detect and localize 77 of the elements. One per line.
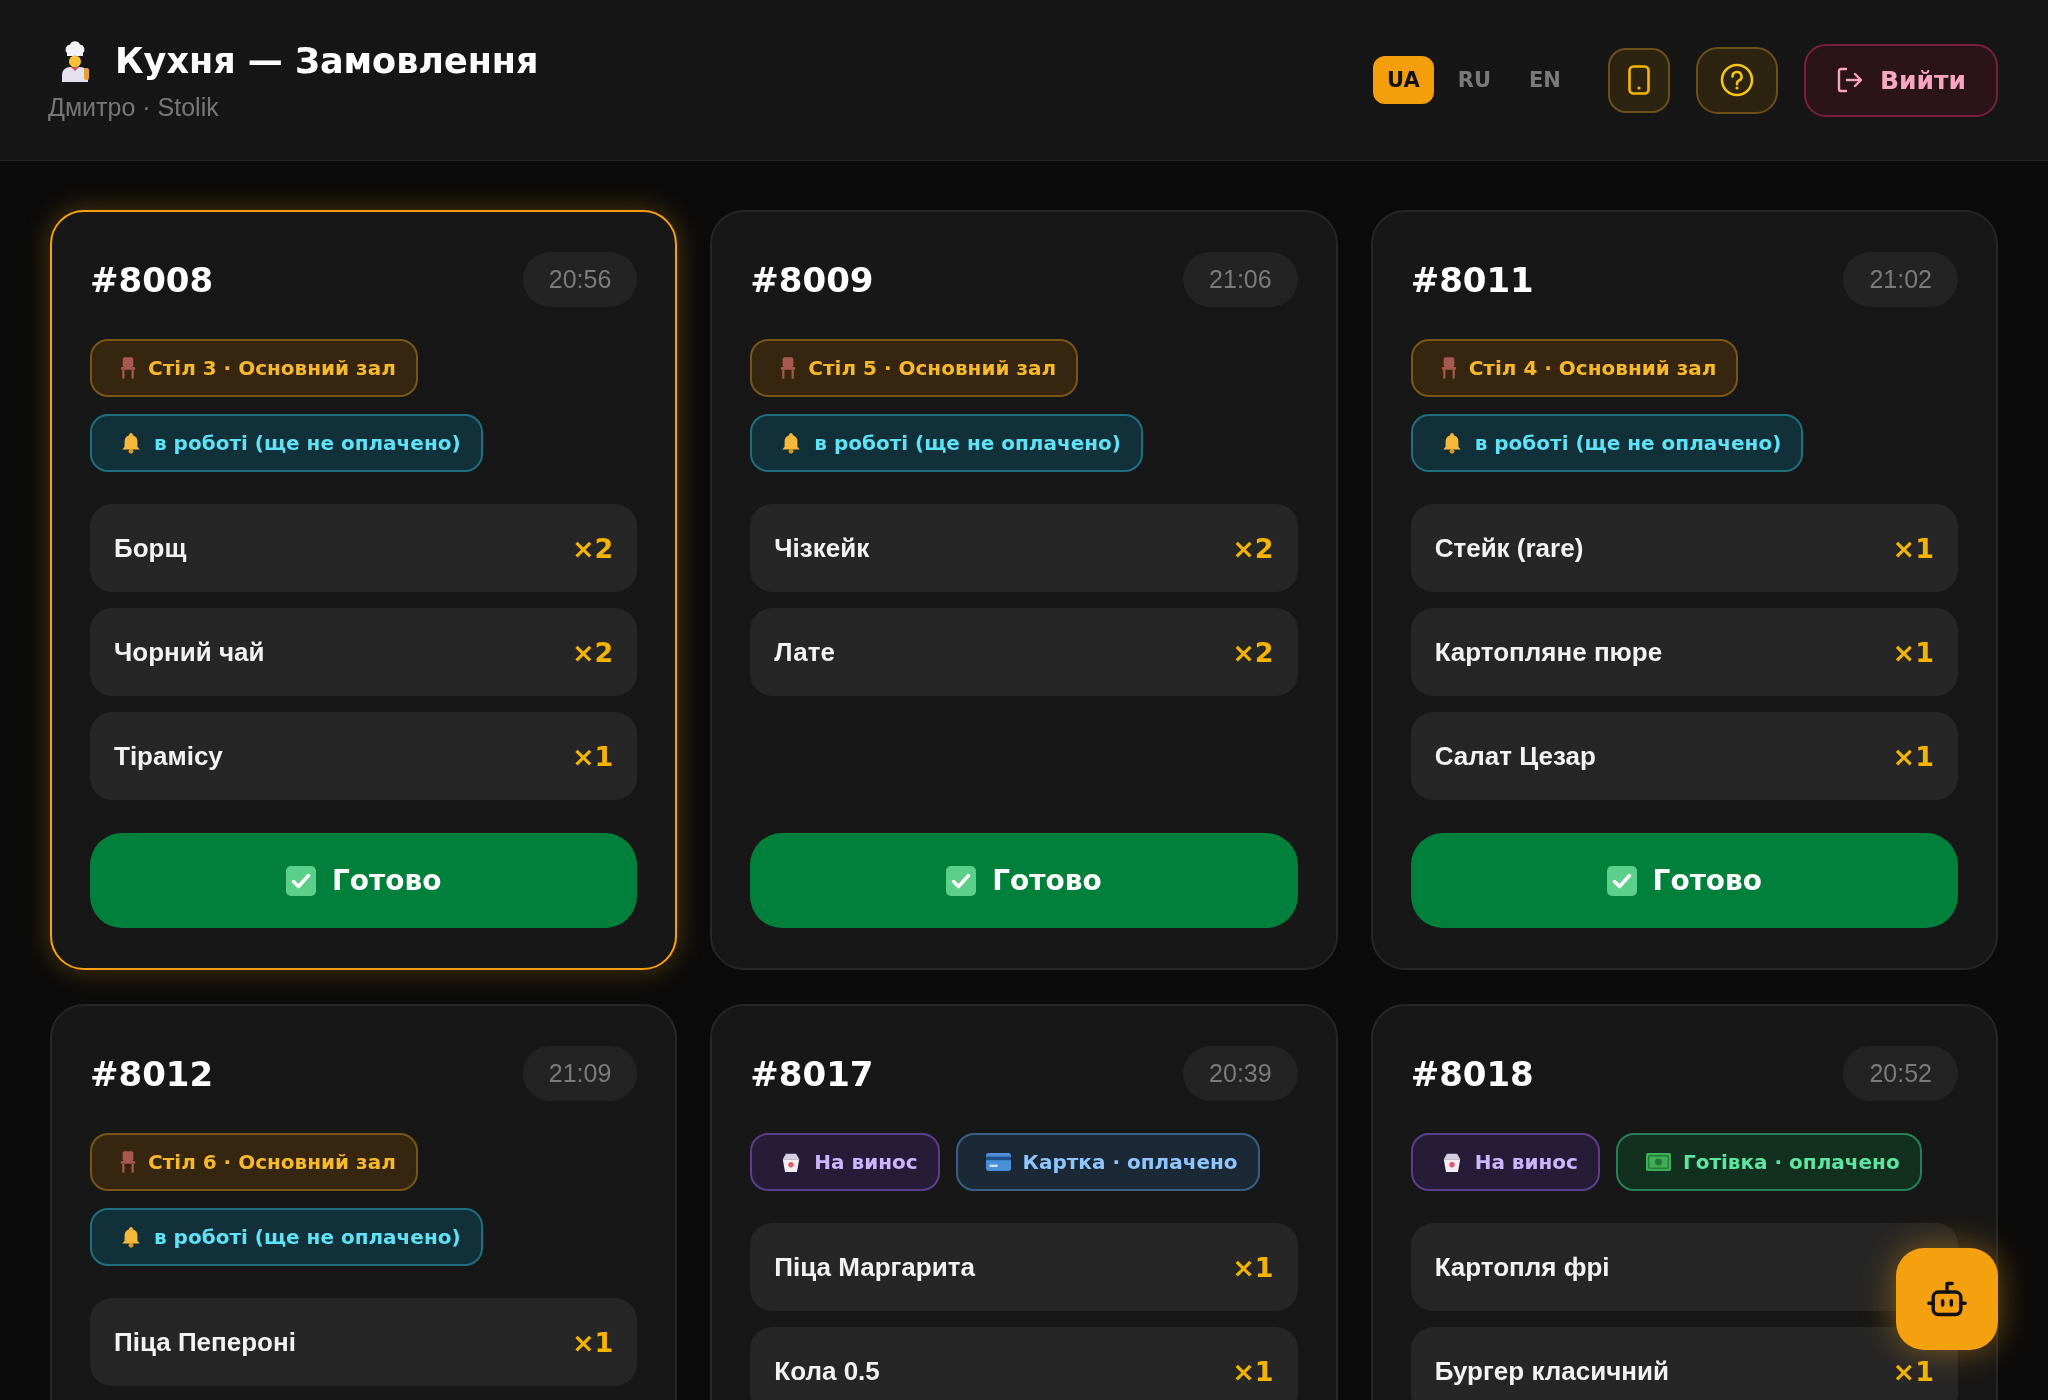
logout-button[interactable]: Вийти <box>1803 43 1998 117</box>
item-name: Піца Пепероні <box>114 1326 296 1358</box>
item-quantity: ×1 <box>1232 1355 1274 1387</box>
item-quantity: ×1 <box>1232 1251 1274 1283</box>
chef-icon <box>59 40 91 82</box>
item-quantity: ×2 <box>1232 636 1274 668</box>
item-quantity: ×2 <box>1232 532 1274 564</box>
item-quantity: ×2 <box>571 636 614 668</box>
user-subtitle: Дмитро · Stolik <box>48 92 220 122</box>
banknote-icon <box>1645 1153 1671 1171</box>
tag-label: в роботі (ще не оплачено) <box>154 1225 461 1249</box>
tag-label: Стіл 5 · Основний зал <box>808 356 1057 380</box>
item-name: Лате <box>774 636 835 668</box>
check-icon <box>946 865 977 896</box>
tablet-mode-button[interactable] <box>1607 47 1670 113</box>
check-icon <box>1606 865 1637 896</box>
language-button[interactable]: RU <box>1443 56 1505 104</box>
item-name: Тірамісу <box>114 740 223 772</box>
order-time: 21:06 <box>1183 252 1298 307</box>
item-name: Картопля фрі <box>1434 1251 1610 1283</box>
tablet-icon <box>1627 65 1650 95</box>
check-icon <box>285 865 316 896</box>
tag-label: Картка · оплачено <box>1022 1150 1238 1174</box>
ready-button[interactable]: Готово <box>90 833 638 928</box>
item-name: Борщ <box>114 532 187 564</box>
assistant-button[interactable] <box>1896 1248 1998 1350</box>
item-quantity: ×1 <box>1892 636 1934 668</box>
help-icon <box>1719 63 1754 97</box>
order-number: #8009 <box>750 259 874 300</box>
order-time: 21:09 <box>522 1046 638 1101</box>
tag-label: Готівка · оплачено <box>1682 1150 1900 1174</box>
chair-icon <box>120 357 136 379</box>
item-quantity: ×1 <box>571 740 614 772</box>
chair-icon <box>120 1151 136 1173</box>
language-button[interactable]: UA <box>1373 56 1434 104</box>
tag-label: На винос <box>1474 1150 1578 1174</box>
item-quantity: ×1 <box>1892 740 1934 772</box>
item-name: Салат Цезар <box>1434 740 1596 772</box>
item-name: Чорний чай <box>114 636 265 668</box>
order-number: #8011 <box>1410 259 1534 300</box>
chair-icon <box>1440 357 1457 379</box>
tag-label: в роботі (ще не оплачено) <box>1474 431 1782 455</box>
tag-label: в роботі (ще не оплачено) <box>154 431 461 455</box>
tag-label: Стіл 4 · Основний зал <box>1468 356 1717 380</box>
order-time: 20:56 <box>522 252 638 307</box>
item-quantity: ×2 <box>571 532 614 564</box>
tag-label: Стіл 6 · Основний зал <box>148 1150 396 1174</box>
order-number: #8018 <box>1410 1053 1534 1094</box>
item-quantity: ×1 <box>1892 532 1934 564</box>
ready-button[interactable]: Готово <box>1410 833 1958 928</box>
order-time: 20:39 <box>1183 1046 1298 1101</box>
app-title: Кухня — Замовлення <box>115 40 539 83</box>
order-time: 21:02 <box>1843 252 1958 307</box>
bell-icon <box>120 432 142 454</box>
item-quantity: ×1 <box>571 1326 614 1358</box>
tag-label: Стіл 3 · Основний зал <box>148 356 396 380</box>
order-time: 20:52 <box>1843 1046 1958 1101</box>
order-number: #8012 <box>90 1053 214 1094</box>
chair-icon <box>780 357 797 379</box>
credit-card-icon <box>985 1153 1011 1171</box>
language-button[interactable]: EN <box>1514 56 1575 104</box>
order-number: #8008 <box>90 259 214 300</box>
item-name: Стейк (rare) <box>1434 532 1584 564</box>
item-name: Кола 0.5 <box>774 1355 880 1387</box>
robot-icon <box>1926 1280 1968 1318</box>
item-name: Чізкейк <box>774 532 870 564</box>
item-quantity: ×1 <box>1892 1355 1934 1387</box>
tag-label: в роботі (ще не оплачено) <box>814 431 1121 455</box>
order-number: #8017 <box>750 1053 874 1094</box>
ready-button[interactable]: Готово <box>750 833 1298 928</box>
bell-icon <box>120 1226 142 1248</box>
tag-label: На винос <box>814 1150 918 1174</box>
item-name: Піца Маргарита <box>774 1251 975 1283</box>
help-button[interactable] <box>1695 46 1778 114</box>
item-name: Бургер класичний <box>1434 1355 1669 1387</box>
logout-icon <box>1835 66 1864 94</box>
item-name: Картопляне пюре <box>1434 636 1663 668</box>
